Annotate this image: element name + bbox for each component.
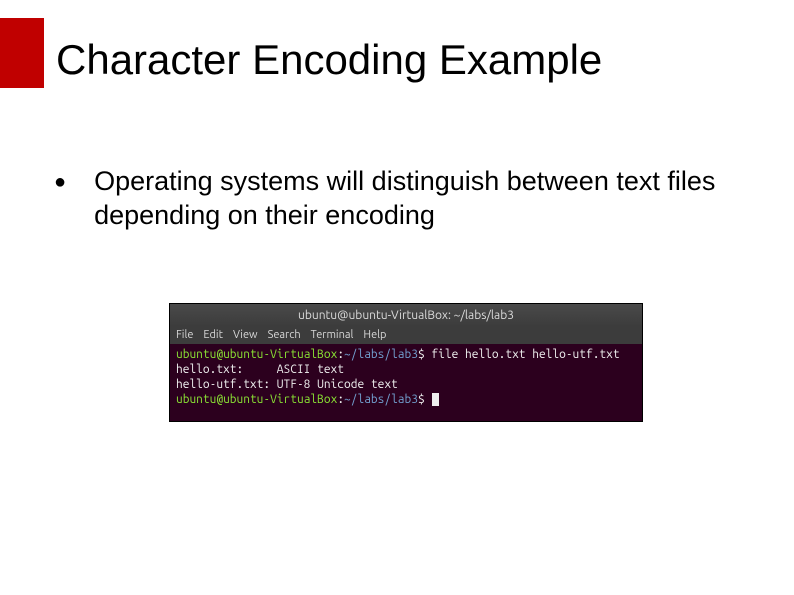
prompt-path: ~/labs/lab3: [344, 348, 418, 361]
accent-block: [0, 18, 44, 88]
slide-title: Character Encoding Example: [56, 36, 602, 84]
menu-terminal[interactable]: Terminal: [311, 329, 354, 341]
prompt-dollar-2: $: [418, 393, 425, 406]
prompt-dollar: $: [418, 348, 425, 361]
prompt-host: ubuntu-VirtualBox: [223, 348, 337, 361]
menu-file[interactable]: File: [176, 329, 193, 341]
menu-search[interactable]: Search: [268, 329, 301, 341]
terminal-titlebar: ubuntu@ubuntu-VirtualBox: ~/labs/lab3: [170, 304, 642, 326]
menu-help[interactable]: Help: [363, 329, 386, 341]
output-line-2: hello-utf.txt: UTF-8 Unicode text: [176, 378, 398, 391]
command-1: file hello.txt hello-utf.txt: [425, 348, 620, 361]
bullet-text: Operating systems will distinguish betwe…: [94, 164, 730, 232]
prompt-user: ubuntu: [176, 348, 216, 361]
terminal-menubar: File Edit View Search Terminal Help: [170, 326, 642, 344]
terminal-body[interactable]: ubuntu@ubuntu-VirtualBox:~/labs/lab3$ fi…: [170, 344, 642, 421]
prompt-host-2: ubuntu-VirtualBox: [223, 393, 337, 406]
menu-view[interactable]: View: [233, 329, 258, 341]
terminal-window: ubuntu@ubuntu-VirtualBox: ~/labs/lab3 Fi…: [170, 304, 642, 421]
prompt-path-2: ~/labs/lab3: [344, 393, 418, 406]
menu-edit[interactable]: Edit: [203, 329, 223, 341]
bullet-marker: ●: [54, 168, 66, 196]
terminal-title: ubuntu@ubuntu-VirtualBox: ~/labs/lab3: [298, 309, 514, 322]
prompt-user-2: ubuntu: [176, 393, 216, 406]
bullet-item: ● Operating systems will distinguish bet…: [54, 164, 730, 232]
output-line-1: hello.txt: ASCII text: [176, 363, 344, 376]
cursor: [432, 393, 439, 406]
